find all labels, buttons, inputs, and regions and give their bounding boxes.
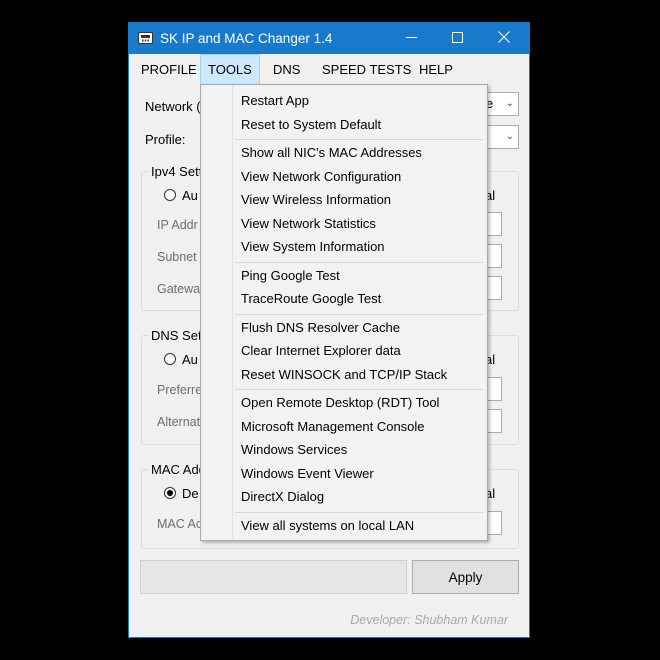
menu-dns[interactable]: DNS bbox=[266, 54, 307, 85]
minimize-button[interactable] bbox=[388, 23, 434, 54]
menu-separator bbox=[235, 261, 483, 263]
tools-menu-item-view-all-systems-on-local-lan[interactable]: View all systems on local LAN bbox=[241, 518, 414, 533]
subnet-label: Subnet bbox=[157, 250, 197, 264]
tools-menu-item-restart-app[interactable]: Restart App bbox=[241, 93, 309, 108]
tools-menu-item-view-system-information[interactable]: View System Information bbox=[241, 239, 385, 254]
tools-menu-item-reset-winsock-and-tcp-ip-stack[interactable]: Reset WINSOCK and TCP/IP Stack bbox=[241, 367, 447, 382]
tools-menu-item-view-network-statistics[interactable]: View Network Statistics bbox=[241, 216, 376, 231]
menu-bar: PROFILE TOOLS DNS SPEED TESTS HELP bbox=[129, 54, 529, 86]
dns-auto-label: Au bbox=[182, 352, 198, 367]
tools-menu-item-microsoft-management-console[interactable]: Microsoft Management Console bbox=[241, 419, 425, 434]
menu-icon-gutter bbox=[201, 85, 233, 540]
ipv4-auto-radio[interactable] bbox=[164, 189, 176, 201]
tools-menu-item-windows-event-viewer[interactable]: Windows Event Viewer bbox=[241, 466, 374, 481]
menu-separator bbox=[235, 139, 483, 140]
title-bar[interactable]: SK IP and MAC Changer 1.4 bbox=[129, 23, 529, 54]
mac-default-label: De bbox=[182, 486, 199, 501]
tools-menu-item-show-all-nic-s-mac-addresses[interactable]: Show all NIC's MAC Addresses bbox=[241, 145, 422, 160]
ip-address-label: IP Addr bbox=[157, 218, 198, 232]
tools-dropdown-menu: Restart App Reset to System Default Show a… bbox=[200, 84, 488, 541]
menu-separator bbox=[235, 389, 483, 390]
profile-label: Profile: bbox=[145, 132, 186, 147]
menu-help[interactable]: HELP bbox=[412, 54, 460, 85]
menu-profile[interactable]: PROFILE bbox=[134, 54, 204, 85]
tools-menu-item-clear-internet-explorer-data[interactable]: Clear Internet Explorer data bbox=[241, 343, 401, 358]
chevron-down-icon: ⌄ bbox=[505, 98, 514, 109]
menu-separator bbox=[235, 511, 483, 513]
developer-credit: Developer: Shubham Kumar bbox=[350, 613, 508, 627]
tools-menu-item-reset-to-system-default[interactable]: Reset to System Default bbox=[241, 117, 381, 132]
chevron-down-icon: ⌄ bbox=[505, 131, 514, 142]
preferred-dns-label: Preferre bbox=[157, 383, 203, 397]
gateway-label: Gatewa bbox=[157, 282, 201, 296]
network-card-icon bbox=[138, 31, 153, 45]
maximize-button[interactable] bbox=[434, 23, 480, 54]
tools-menu-item-view-wireless-information[interactable]: View Wireless Information bbox=[241, 192, 391, 207]
status-box bbox=[140, 560, 407, 594]
network-label: Network ( bbox=[145, 99, 201, 114]
tools-menu-item-flush-dns-resolver-cache[interactable]: Flush DNS Resolver Cache bbox=[241, 320, 400, 335]
mac-address-label: MAC Ac bbox=[157, 517, 203, 531]
tools-menu-item-open-remote-desktop-rdt-tool[interactable]: Open Remote Desktop (RDT) Tool bbox=[241, 395, 439, 410]
tools-menu-item-ping-google-test[interactable]: Ping Google Test bbox=[241, 268, 340, 283]
dns-auto-radio[interactable] bbox=[164, 353, 176, 365]
tools-menu-item-directx-dialog[interactable]: DirectX Dialog bbox=[241, 489, 324, 504]
alternate-dns-label: Alternat bbox=[157, 415, 201, 429]
menu-tools[interactable]: TOOLS bbox=[200, 54, 260, 85]
tools-menu-item-traceroute-google-test[interactable]: TraceRoute Google Test bbox=[241, 291, 381, 306]
ipv4-group-title: Ipv4 Sett bbox=[148, 164, 206, 179]
close-button[interactable] bbox=[481, 23, 527, 54]
close-icon bbox=[498, 31, 510, 46]
tools-menu-item-view-network-configuration[interactable]: View Network Configuration bbox=[241, 169, 401, 184]
ipv4-auto-label: Au bbox=[182, 188, 198, 203]
window-title: SK IP and MAC Changer 1.4 bbox=[160, 31, 333, 46]
menu-speed-tests[interactable]: SPEED TESTS bbox=[315, 54, 418, 85]
mac-default-radio[interactable] bbox=[164, 487, 176, 499]
maximize-icon bbox=[451, 31, 463, 46]
tools-menu-item-windows-services[interactable]: Windows Services bbox=[241, 442, 347, 457]
apply-button[interactable]: Apply bbox=[412, 560, 519, 594]
menu-separator bbox=[235, 313, 483, 315]
minimize-icon bbox=[405, 31, 417, 46]
